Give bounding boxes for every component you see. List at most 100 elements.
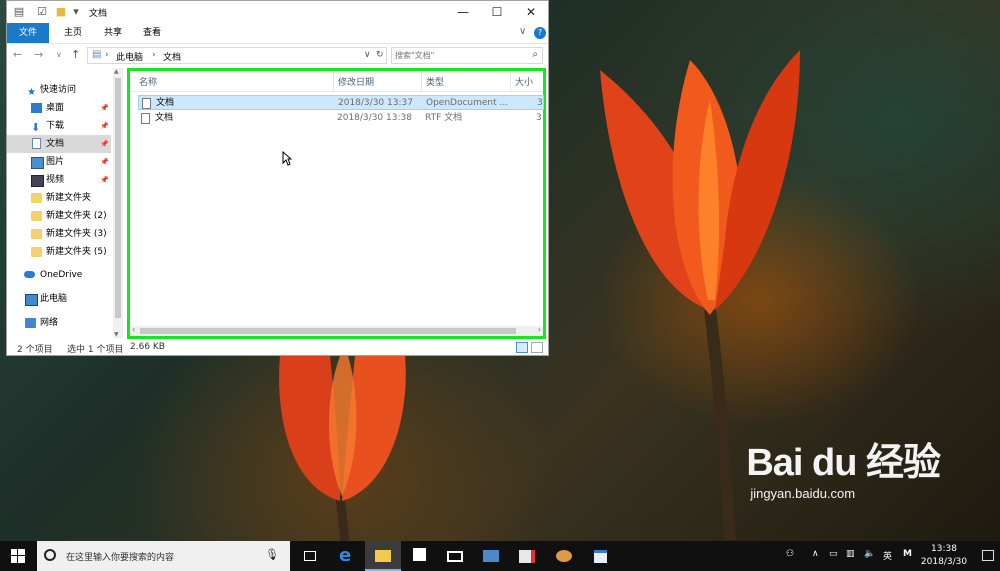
nav-item-label: 快速访问 — [40, 85, 77, 95]
ribbon-expand-chevron-icon[interactable]: ∨ — [519, 26, 526, 37]
app-button[interactable] — [509, 541, 545, 571]
nav-item-onedrive[interactable]: OneDrive — [7, 266, 111, 284]
tab-view[interactable]: 查看 — [134, 23, 170, 43]
checkbox-icon[interactable]: ☑ — [35, 5, 49, 19]
nav-item-videos[interactable]: 视频 📌 — [7, 171, 111, 189]
up-button[interactable]: ↑ — [71, 49, 80, 61]
nav-item-new-folder-5[interactable]: 新建文件夹 (5) — [7, 243, 111, 261]
show-hidden-icons-button[interactable]: ∧ — [812, 549, 819, 559]
wordpad-button[interactable] — [582, 541, 618, 571]
pin-icon[interactable]: 📌 — [100, 135, 109, 153]
pin-icon[interactable]: 📌 — [100, 171, 109, 189]
recent-locations-button[interactable]: ∨ — [56, 49, 62, 61]
nav-item-label: 桌面 — [46, 103, 65, 113]
file-row[interactable]: 文档 2018/3/30 13:38 RTF 文档 3 — [138, 111, 544, 126]
status-item-count: 2 个项目 — [17, 345, 53, 355]
column-divider[interactable] — [421, 71, 422, 91]
input-method-indicator[interactable]: 英 — [883, 549, 892, 562]
properties-icon[interactable]: ▤ — [12, 5, 26, 19]
task-view-button[interactable] — [292, 541, 328, 571]
search-icon[interactable]: ⌕ — [532, 49, 538, 60]
file-explorer-window: ▤ ☑ ■ ▾ 文档 — ☐ ✕ 文件 主页 共享 查看 ∨ ? ← → ∨ ↑… — [6, 0, 549, 356]
scroll-left-icon[interactable]: ‹ — [132, 325, 135, 334]
large-icons-view-icon[interactable] — [531, 342, 543, 353]
battery-icon[interactable]: ▭ — [829, 549, 838, 559]
details-view-icon[interactable] — [516, 342, 528, 353]
edge-button[interactable]: e — [329, 541, 365, 571]
ime-mode-indicator[interactable]: M — [903, 549, 912, 559]
horizontal-scrollbar[interactable]: ‹ › — [130, 325, 543, 336]
pin-icon[interactable]: 📌 — [100, 99, 109, 117]
nav-item-this-pc[interactable]: 此电脑 — [7, 290, 111, 308]
address-dropdown-button[interactable]: ∨ — [364, 50, 371, 60]
volume-icon[interactable]: 🔈 — [864, 549, 875, 559]
nav-item-new-folder[interactable]: 新建文件夹 — [7, 189, 111, 207]
forward-button[interactable]: → — [34, 49, 43, 61]
search-box[interactable]: ⌕ — [391, 47, 543, 64]
refresh-button[interactable]: ↻ — [376, 50, 384, 60]
help-icon[interactable]: ? — [534, 27, 546, 39]
desktop-icon — [31, 103, 42, 113]
nav-item-label: 网络 — [40, 318, 59, 328]
nav-item-desktop[interactable]: 桌面 📌 — [7, 99, 111, 117]
column-divider[interactable] — [333, 71, 334, 91]
tab-file[interactable]: 文件 — [7, 23, 49, 43]
action-center-icon[interactable] — [982, 550, 994, 561]
column-divider[interactable] — [510, 71, 511, 91]
system-clock[interactable]: 13:38 2018/3/30 — [918, 543, 970, 569]
nav-item-quick-access[interactable]: ★ 快速访问 — [7, 81, 111, 99]
tab-share[interactable]: 共享 — [95, 23, 131, 43]
customize-toolbar-icon[interactable]: ▾ — [69, 5, 83, 19]
nav-item-documents[interactable]: 文档 📌 — [7, 135, 111, 153]
tulip-flower-left — [279, 356, 406, 541]
navigation-bar: ← → ∨ ↑ ▤ › 此电脑 › 文档 ∨ ↻ ⌕ — [7, 44, 548, 68]
column-header-modified[interactable]: 修改日期 — [338, 75, 374, 88]
back-button[interactable]: ← — [13, 49, 22, 61]
nav-item-new-folder-3[interactable]: 新建文件夹 (3) — [7, 225, 111, 243]
nav-item-network[interactable]: 网络 — [7, 314, 111, 332]
taskbar-search-box[interactable]: 在这里输入你要搜索的内容 🎙 — [37, 541, 290, 571]
title-bar: ▤ ☑ ■ ▾ 文档 — ☐ ✕ — [7, 1, 548, 23]
tab-home[interactable]: 主页 — [55, 23, 91, 43]
file-row[interactable]: 文档 2018/3/30 13:37 OpenDocument ... 3 — [138, 95, 544, 110]
document-icon — [32, 138, 41, 149]
paint-palette-icon — [556, 550, 572, 562]
breadcrumb-documents[interactable]: 文档 — [163, 50, 181, 63]
column-header-name[interactable]: 名称 — [139, 75, 157, 88]
start-button[interactable] — [0, 541, 36, 571]
nav-item-new-folder-2[interactable]: 新建文件夹 (2) — [7, 207, 111, 225]
network-tray-icon[interactable]: ▥ — [846, 549, 855, 559]
pin-icon[interactable]: 📌 — [100, 153, 109, 171]
new-folder-icon[interactable]: ■ — [54, 5, 68, 19]
address-bar[interactable]: ▤ › 此电脑 › 文档 ∨ ↻ — [87, 47, 387, 64]
scrollbar-thumb[interactable] — [115, 78, 121, 318]
column-header-size[interactable]: 大小 — [515, 75, 533, 88]
pin-icon[interactable]: 📌 — [100, 117, 109, 135]
nav-item-label: OneDrive — [40, 270, 83, 280]
scroll-up-icon[interactable]: ▲ — [114, 68, 119, 75]
nav-item-downloads[interactable]: ⬇ 下载 📌 — [7, 117, 111, 135]
paint-button[interactable] — [546, 541, 582, 571]
scroll-right-icon[interactable]: › — [538, 325, 541, 334]
file-explorer-taskbar-button[interactable] — [365, 541, 401, 571]
edge-icon: e — [339, 545, 352, 566]
nav-item-label: 视频 — [46, 175, 65, 185]
store-button[interactable] — [401, 541, 437, 571]
minimize-button[interactable]: — — [446, 1, 480, 23]
close-button[interactable]: ✕ — [514, 1, 548, 23]
document-file-icon — [142, 98, 151, 109]
microphone-icon[interactable]: 🎙 — [265, 548, 279, 561]
mail-button[interactable] — [437, 541, 473, 571]
breadcrumb-this-pc[interactable]: 此电脑 — [116, 50, 143, 63]
nav-item-pictures[interactable]: 图片 📌 — [7, 153, 111, 171]
search-input[interactable] — [395, 49, 515, 61]
scrollbar-thumb[interactable] — [140, 328, 516, 334]
remote-desktop-button[interactable] — [473, 541, 509, 571]
scroll-down-icon[interactable]: ▼ — [114, 331, 119, 338]
clock-date: 2018/3/30 — [920, 557, 968, 567]
maximize-button[interactable]: ☐ — [480, 1, 514, 23]
people-icon[interactable]: ⚇ — [786, 549, 794, 559]
column-header-type[interactable]: 类型 — [426, 75, 444, 88]
nav-item-label: 新建文件夹 — [46, 193, 92, 203]
nav-pane-scrollbar[interactable]: ▲ ▼ — [113, 68, 123, 338]
